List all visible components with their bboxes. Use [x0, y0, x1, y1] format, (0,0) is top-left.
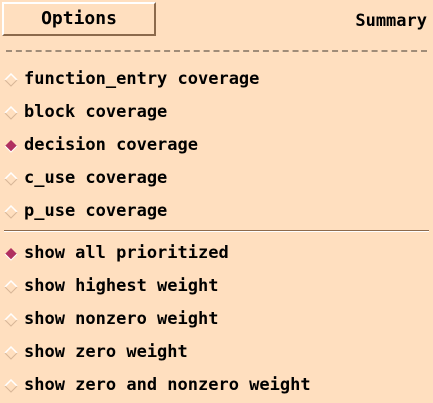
radio-label: show highest weight: [24, 275, 219, 296]
coverage-radio-group: function_entry coverage block coverage d…: [0, 62, 433, 227]
diamond-radio-icon: [4, 138, 18, 153]
summary-menu-button[interactable]: Summary: [355, 6, 427, 36]
radio-label: show all prioritized: [24, 242, 229, 263]
radio-block-coverage[interactable]: block coverage: [0, 95, 433, 128]
radio-show-all-prioritized[interactable]: show all prioritized: [0, 236, 433, 269]
radio-label: block coverage: [24, 101, 168, 122]
radio-decision-coverage[interactable]: decision coverage: [0, 128, 433, 161]
diamond-radio-icon: [4, 378, 18, 393]
diamond-radio-icon: [4, 204, 18, 219]
radio-label: p_use coverage: [24, 200, 168, 221]
diamond-radio-icon: [4, 246, 18, 261]
radio-show-nonzero-weight[interactable]: show nonzero weight: [0, 302, 433, 335]
radio-p-use-coverage[interactable]: p_use coverage: [0, 194, 433, 227]
radio-label: show zero and nonzero weight: [24, 374, 311, 395]
menubar: Options Summary: [0, 0, 433, 42]
radio-label: decision coverage: [24, 134, 198, 155]
diamond-radio-icon: [4, 312, 18, 327]
menu-separator: [4, 230, 429, 232]
diamond-radio-icon: [4, 171, 18, 186]
diamond-radio-icon: [4, 105, 18, 120]
radio-show-zero-and-nonzero-weight[interactable]: show zero and nonzero weight: [0, 368, 433, 401]
diamond-radio-icon: [4, 72, 18, 87]
diamond-radio-icon: [4, 279, 18, 294]
radio-label: function_entry coverage: [24, 68, 260, 89]
radio-label: show nonzero weight: [24, 308, 219, 329]
options-dropdown-menu: function_entry coverage block coverage d…: [0, 42, 433, 403]
radio-label: c_use coverage: [24, 167, 168, 188]
weight-radio-group: show all prioritized show highest weight…: [0, 236, 433, 401]
radio-c-use-coverage[interactable]: c_use coverage: [0, 161, 433, 194]
options-menu-button[interactable]: Options: [2, 2, 156, 36]
tearoff-line[interactable]: [6, 50, 427, 52]
radio-label: show zero weight: [24, 341, 188, 362]
radio-show-zero-weight[interactable]: show zero weight: [0, 335, 433, 368]
radio-function-entry-coverage[interactable]: function_entry coverage: [0, 62, 433, 95]
diamond-radio-icon: [4, 345, 18, 360]
radio-show-highest-weight[interactable]: show highest weight: [0, 269, 433, 302]
